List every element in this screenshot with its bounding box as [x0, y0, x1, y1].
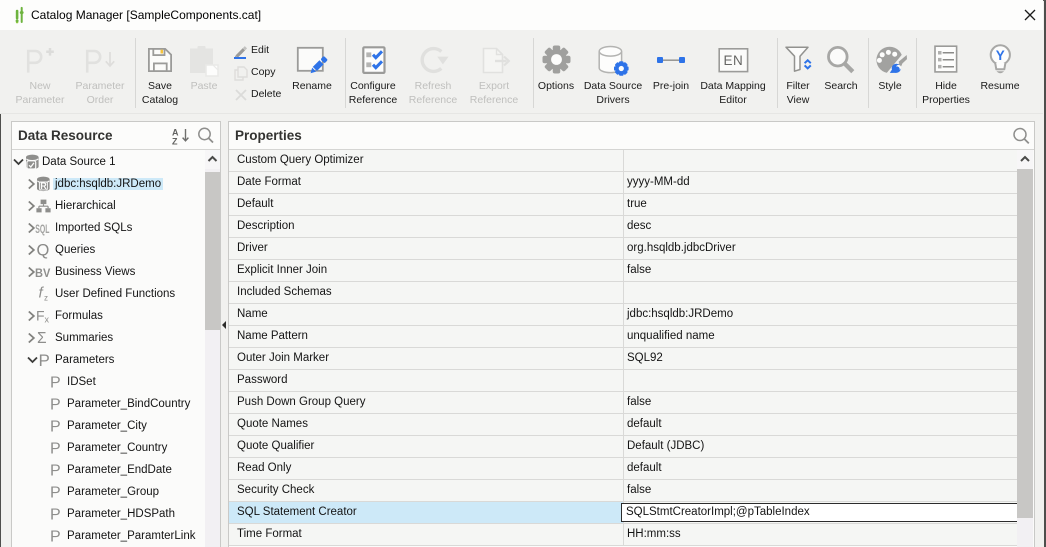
svg-text:P: P: [50, 397, 61, 414]
svg-text:BV: BV: [35, 268, 51, 280]
svg-text:P: P: [50, 507, 61, 524]
svg-text:P: P: [50, 441, 61, 458]
svg-text:P: P: [39, 351, 50, 369]
svg-text:F: F: [36, 308, 45, 324]
svg-text:P: P: [50, 529, 61, 546]
svg-text:P: P: [50, 419, 61, 436]
svg-text:Σ: Σ: [37, 330, 47, 347]
svg-text:P: P: [50, 485, 61, 502]
svg-text:EN: EN: [724, 53, 744, 68]
svg-text:x: x: [45, 315, 50, 325]
svg-text:Z: Z: [172, 137, 178, 146]
svg-text:P: P: [50, 463, 61, 480]
svg-text:z: z: [44, 294, 48, 303]
svg-text:R: R: [40, 181, 47, 191]
svg-text:Y: Y: [996, 48, 1005, 63]
svg-text:P: P: [50, 375, 61, 392]
svg-text:SQL: SQL: [35, 223, 49, 236]
svg-text:Q: Q: [37, 242, 50, 260]
